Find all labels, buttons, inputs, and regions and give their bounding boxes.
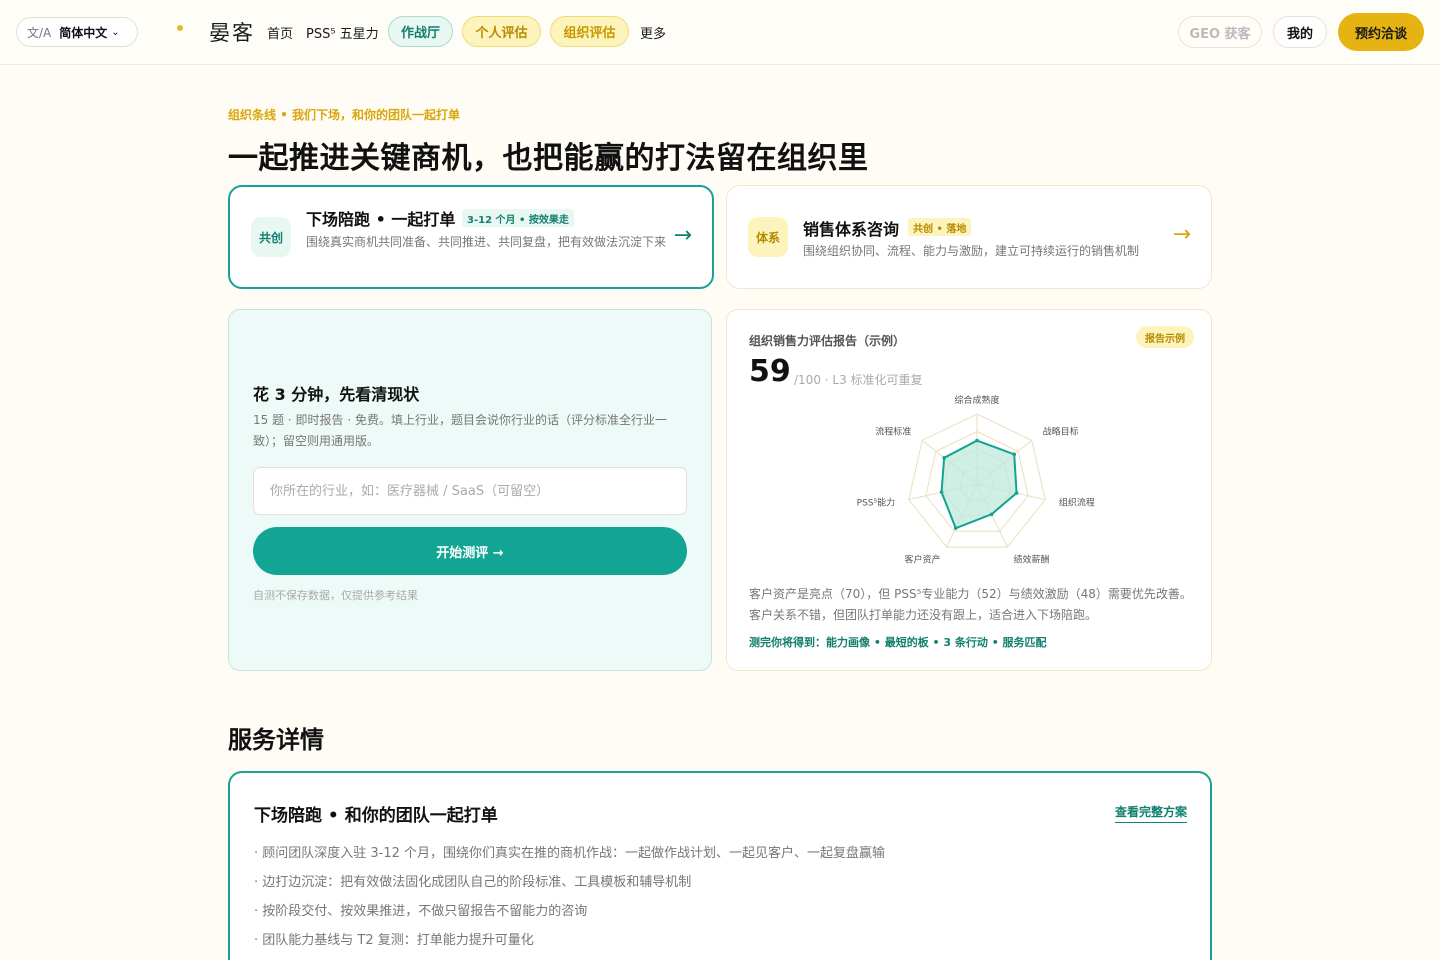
offer-card-cocreate[interactable]: 共创 下场陪跑 • 一起打单 3-12 个月 • 按效果走 围绕真实商机共同准备… <box>228 185 714 289</box>
radar-point <box>939 490 944 494</box>
quiz-title: 花 3 分钟，先看清现状 <box>253 385 420 404</box>
list-item: · 团队能力基线与 T2 复测：打单能力提升可量化 <box>254 933 534 948</box>
radar-series-area <box>940 439 1018 530</box>
radar-axis-label: 综合成熟度 <box>954 394 999 406</box>
section-title-services: 服务详情 <box>228 726 324 754</box>
service-title: 下场陪跑 • 和你的团队一起打单 <box>254 806 498 826</box>
industry-input[interactable] <box>253 467 687 515</box>
nav-home[interactable]: 首页 <box>267 16 293 48</box>
radar-axis-label: PSS⁵能力 <box>857 497 895 509</box>
radar-axis-label: 战略目标 <box>1043 426 1079 438</box>
radar-axis-label: 流程标准 <box>875 426 911 438</box>
nav-personal-eval[interactable]: 个人评估 <box>462 16 541 47</box>
start-assessment-button[interactable]: 开始测评 → <box>253 527 687 575</box>
sample-report-card: 组织销售力评估报告（示例） 报告示例 59 /100 · L3 标准化可重复 综… <box>726 309 1212 671</box>
nav-more[interactable]: 更多 <box>640 16 666 48</box>
offer-badge: 共创 <box>251 217 291 257</box>
report-summary: 客户资产是亮点（70），但 PSS⁵专业能力（52）与绩效激励（48）需要优先改… <box>749 587 1192 622</box>
radar-point <box>1014 491 1019 495</box>
radar-axis-label: 客户资产 <box>905 554 941 566</box>
radar-point <box>989 512 994 517</box>
view-full-plan-link[interactable]: 查看完整方案 <box>1114 803 1187 823</box>
mine-button[interactable]: 我的 <box>1273 16 1327 48</box>
radar-chart: 综合成熟度战略目标组织流程绩效薪酬 客户资产 PSS⁵能力 流程标准 <box>857 394 1095 566</box>
language-current: 简体中文 <box>59 25 108 40</box>
translate-icon: 文/A <box>27 25 52 40</box>
radar-axis-label: 组织流程 <box>1059 497 1095 509</box>
report-badge: 报告示例 <box>1136 326 1194 348</box>
list-item: · 顾问团队深度入驻 3-12 个月，围绕你们真实在推的商机作战：一起做作战计划… <box>254 846 886 861</box>
radar-point <box>953 526 958 530</box>
offer-desc: 围绕真实商机共同准备、共同推进、共同复盘，把有效做法沉淀下来 <box>306 235 667 249</box>
offer-tag: 共创 • 落地 <box>908 218 972 236</box>
radar-point <box>942 456 946 460</box>
book-consultation-button[interactable]: 预约洽谈 <box>1338 13 1424 51</box>
report-score: 59 <box>749 354 791 389</box>
quiz-note: 自测不保存数据，仅提供参考结果 <box>253 589 418 602</box>
page-title: 一起推进关键商机，也把能赢的打法留在组织里 <box>228 141 869 176</box>
offer-badge: 体系 <box>748 217 788 257</box>
offer-card-system[interactable]: 体系 销售体系咨询 共创 • 落地 围绕组织协同、流程、能力与激励，建立可持续运… <box>726 185 1212 289</box>
arrow-right-icon: → <box>673 223 692 248</box>
top-header: 文/A 简体中文 ⌄ 晏客 首页 PSS⁵ 五星力 作战厅 个人评估 组织评估 … <box>0 0 1440 65</box>
quick-assessment-card: 花 3 分钟，先看清现状 15 题 · 即时报告 · 免费。填上行业，题目会说你… <box>228 309 712 671</box>
report-title: 组织销售力评估报告（示例） <box>749 334 906 348</box>
offer-title: 下场陪跑 • 一起打单 <box>306 210 456 229</box>
arrow-right-icon: → <box>1172 222 1191 247</box>
list-item: · 边打边沉淀：把有效做法固化成团队自己的阶段标准、工具模板和辅导机制 <box>254 875 692 890</box>
service-list: · 顾问团队深度入驻 3-12 个月，围绕你们真实在推的商机作战：一起做作战计划… <box>254 839 885 955</box>
quiz-desc: 15 题 · 即时报告 · 免费。填上行业，题目会说你行业的话（评分标准全行业一… <box>253 413 667 448</box>
brand-dot-icon <box>177 25 183 31</box>
radar-point <box>975 438 979 443</box>
brand-logo[interactable]: 晏客 <box>209 17 255 47</box>
offer-tag: 3-12 个月 • 按效果走 <box>462 209 574 227</box>
radar-point <box>1012 452 1017 457</box>
report-footer: 测完你将得到：能力画像 • 最短的板 • 3 条行动 • 服务匹配 <box>749 636 1047 649</box>
nav-war-room[interactable]: 作战厅 <box>388 16 453 47</box>
nav-org-eval[interactable]: 组织评估 <box>550 16 629 47</box>
language-selector[interactable]: 文/A 简体中文 ⌄ <box>16 17 138 47</box>
chevron-down-icon: ⌄ <box>111 26 120 38</box>
geo-button[interactable]: GEO 获客 <box>1178 16 1262 48</box>
report-score-sub: /100 · L3 标准化可重复 <box>794 373 923 387</box>
list-item: · 按阶段交付、按效果推进，不做只留报告不留能力的咨询 <box>254 904 588 919</box>
offer-title: 销售体系咨询 <box>803 220 900 239</box>
radar-axis-label: 绩效薪酬 <box>1013 554 1049 566</box>
nav-pss[interactable]: PSS⁵ 五星力 <box>306 16 379 48</box>
hero-eyebrow: 组织条线 • 我们下场，和你的团队一起打单 <box>228 108 461 122</box>
service-card: 下场陪跑 • 和你的团队一起打单 查看完整方案 · 顾问团队深度入驻 3-12 … <box>228 771 1212 960</box>
offer-desc: 围绕组织协同、流程、能力与激励，建立可持续运行的销售机制 <box>803 244 1140 258</box>
